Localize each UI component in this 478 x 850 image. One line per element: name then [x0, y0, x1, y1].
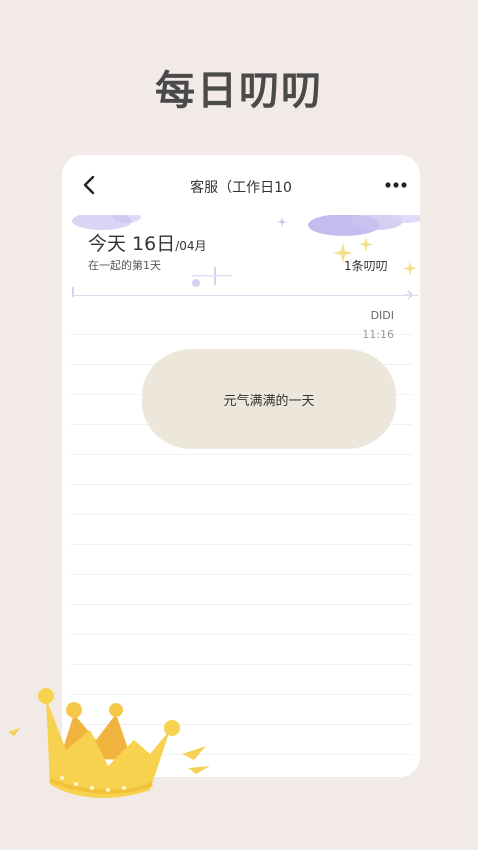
together-days: 在一起的第1天: [88, 259, 161, 272]
message-count: 1条叨叨: [344, 259, 388, 273]
date-header-card: 今天 16日/04月 在一起的第1天 1条叨叨: [62, 215, 420, 305]
today-label: 今天 16日: [88, 233, 176, 255]
today-date: 今天 16日/04月: [88, 229, 207, 256]
message-time: 11:16: [362, 328, 394, 341]
top-navigation-bar: 客服（工作日10: [62, 155, 420, 217]
month-label: /04月: [175, 239, 207, 253]
message-bubble[interactable]: 元气满满的一天: [142, 349, 396, 449]
message-sender: DIDI: [370, 309, 394, 322]
hero-title: 每日叨叨: [155, 68, 323, 114]
message-text: 元气满满的一天: [223, 393, 315, 409]
more-button[interactable]: [380, 173, 412, 197]
chat-title: 客服（工作日10: [190, 180, 292, 196]
crown-icon: [8, 688, 210, 798]
header-divider: [72, 295, 418, 296]
more-dots-icon: [385, 182, 407, 188]
